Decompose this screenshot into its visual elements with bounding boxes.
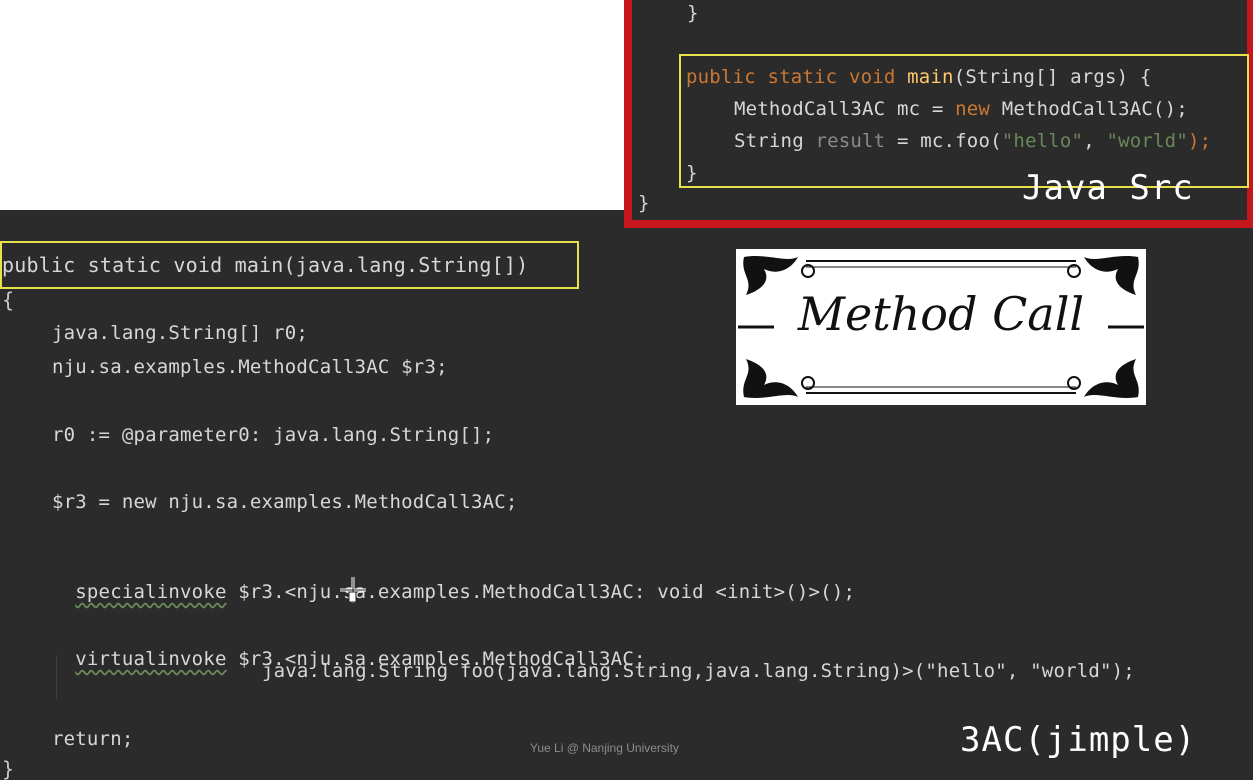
java-mc-ctor: MethodCall3AC(); [990, 98, 1188, 120]
java-mc-decl: MethodCall3AC mc = new MethodCall3AC(); [734, 98, 1188, 120]
java-inner-close-brace: } [686, 162, 698, 184]
java-modifiers: public static void [686, 66, 908, 88]
java-stmt-end: ); [1187, 130, 1212, 152]
java-result-call: = mc.foo( [885, 130, 1002, 152]
method-call-title: Method Call [797, 287, 1085, 341]
author-watermark: Yue Li @ Nanjing University [530, 741, 679, 755]
move-cursor-icon [340, 577, 366, 603]
jimple-signature: public static void main(java.lang.String… [2, 253, 529, 277]
jimple-virtualinvoke-continuation: java.lang.String foo(java.lang.String,ja… [262, 660, 1135, 682]
jimple-decl-r0: java.lang.String[] r0; [52, 322, 309, 344]
jimple-specialinvoke-line: specialinvoke $r3.<nju.sa.examples.Metho… [52, 559, 855, 603]
java-src-pane: } public static void main(String[] args)… [632, 0, 1249, 220]
jimple-close-brace: } [2, 757, 15, 781]
virtualinvoke-keyword: virtualinvoke [75, 648, 227, 670]
java-mc-type: MethodCall3AC mc = [734, 98, 956, 120]
java-arg-world: "world" [1106, 130, 1188, 152]
java-arg-hello: "hello" [1001, 130, 1084, 152]
jimple-label: 3AC(jimple) [960, 720, 1197, 760]
jimple-param-stmt: r0 := @parameter0: java.lang.String[]; [52, 424, 495, 446]
java-result-decl: String result = mc.foo("hello", "world")… [734, 130, 1211, 152]
java-main-signature: public static void main(String[] args) { [686, 66, 1152, 88]
jimple-decl-r3: nju.sa.examples.MethodCall3AC $r3; [52, 356, 448, 378]
jimple-new-stmt: $r3 = new nju.sa.examples.MethodCall3AC; [52, 491, 518, 513]
jimple-return-stmt: return; [52, 728, 134, 750]
java-arg-comma: , [1083, 130, 1107, 152]
java-new-kw: new [955, 98, 991, 120]
java-outer-close-brace: } [638, 192, 650, 214]
java-main-name: main [907, 66, 954, 88]
jimple-open-brace: { [2, 288, 15, 312]
java-src-frame: } public static void main(String[] args)… [624, 0, 1253, 228]
specialinvoke-target: $r3.<nju.sa.examples.MethodCall3AC: void… [226, 581, 856, 603]
java-result-type: String [734, 130, 816, 152]
method-call-title-card: Method Call [736, 249, 1146, 405]
java-result-var: result [815, 130, 886, 152]
java-src-label: Java Src [1022, 168, 1194, 208]
specialinvoke-keyword: specialinvoke [75, 581, 227, 603]
java-main-params: (String[] args) { [953, 66, 1152, 88]
java-close-brace-top: } [687, 2, 699, 24]
